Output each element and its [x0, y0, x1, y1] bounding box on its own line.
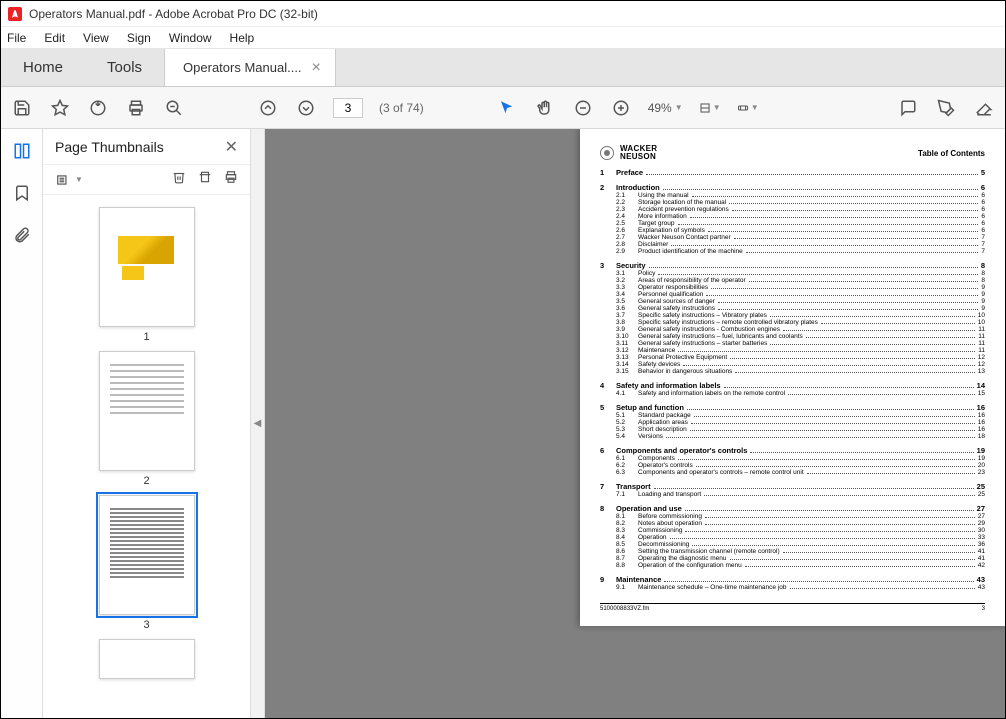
menu-help[interactable]: Help	[230, 31, 255, 45]
page-up-icon[interactable]	[257, 97, 279, 119]
left-rail	[1, 129, 43, 718]
thumb-rotate-icon[interactable]	[198, 170, 212, 189]
panel-collapse-handle[interactable]: ◀	[251, 129, 265, 718]
thumbnails-list[interactable]: 1 2 3	[43, 195, 250, 718]
thumbnails-panel: Page Thumbnails ✕ ▼ 1 2 3	[43, 129, 251, 718]
tab-document-label: Operators Manual....	[183, 60, 302, 75]
logo-icon	[600, 146, 614, 160]
tab-document[interactable]: Operators Manual.... ×	[164, 49, 336, 86]
thumb-page-1[interactable]: 1	[99, 207, 195, 343]
bookmarks-rail-icon[interactable]	[10, 181, 34, 205]
menu-bar: File Edit View Sign Window Help	[1, 27, 1005, 49]
menu-window[interactable]: Window	[169, 31, 212, 45]
thumbnails-title: Page Thumbnails	[55, 139, 164, 155]
thumbnails-close-icon[interactable]: ✕	[225, 137, 238, 157]
thumb-page-3[interactable]: 3	[99, 495, 195, 631]
page-footer: 5100008833VZ.fm 3	[600, 603, 985, 612]
page-down-icon[interactable]	[295, 97, 317, 119]
page-count: (3 of 74)	[379, 101, 424, 115]
menu-file[interactable]: File	[7, 31, 26, 45]
page-number-input[interactable]	[333, 98, 363, 118]
title-bar: Operators Manual.pdf - Adobe Acrobat Pro…	[1, 1, 1005, 27]
highlight-icon[interactable]	[935, 97, 957, 119]
star-icon[interactable]	[49, 97, 71, 119]
tab-home[interactable]: Home	[1, 49, 85, 86]
hand-tool-icon[interactable]	[534, 97, 556, 119]
menu-view[interactable]: View	[83, 31, 109, 45]
thumb-page-2[interactable]: 2	[99, 351, 195, 487]
attachments-rail-icon[interactable]	[10, 223, 34, 247]
thumbnails-toolbar: ▼	[43, 165, 250, 195]
window-title: Operators Manual.pdf - Adobe Acrobat Pro…	[29, 7, 318, 21]
toolbar: (3 of 74) 49%▼ ▼ ▼	[1, 87, 1005, 129]
comment-icon[interactable]	[897, 97, 919, 119]
thumbnails-rail-icon[interactable]	[10, 139, 34, 163]
menu-sign[interactable]: Sign	[127, 31, 151, 45]
tab-close-icon[interactable]: ×	[312, 60, 321, 76]
toc-body: 1Preface52Introduction62.1Using the manu…	[600, 168, 985, 591]
tab-tools[interactable]: Tools	[85, 49, 164, 86]
thumb-delete-icon[interactable]	[172, 170, 186, 189]
zoom-out-icon[interactable]	[572, 97, 594, 119]
toc-heading: Table of Contents	[600, 149, 985, 158]
thumb-options-icon[interactable]: ▼	[55, 173, 83, 187]
tab-strip: Home Tools Operators Manual.... ×	[1, 49, 1005, 87]
print-icon[interactable]	[125, 97, 147, 119]
main-area: Page Thumbnails ✕ ▼ 1 2 3	[1, 129, 1005, 718]
thumb-print-icon[interactable]	[224, 170, 238, 189]
zoom-in-icon[interactable]	[610, 97, 632, 119]
zoom-level[interactable]: 49%▼	[648, 101, 683, 115]
save-icon[interactable]	[11, 97, 33, 119]
erase-icon[interactable]	[973, 97, 995, 119]
document-page: WACKERNEUSON Table of Contents 1Preface5…	[580, 129, 1005, 626]
thumb-page-4[interactable]	[99, 639, 195, 679]
fit-width-icon[interactable]: ▼	[699, 97, 721, 119]
acrobat-icon	[7, 6, 23, 22]
share-icon[interactable]	[87, 97, 109, 119]
menu-edit[interactable]: Edit	[44, 31, 65, 45]
search-zoom-icon[interactable]	[163, 97, 185, 119]
select-tool-icon[interactable]	[496, 97, 518, 119]
page-display-icon[interactable]: ▼	[737, 97, 759, 119]
page-viewer[interactable]: WACKERNEUSON Table of Contents 1Preface5…	[265, 129, 1005, 718]
